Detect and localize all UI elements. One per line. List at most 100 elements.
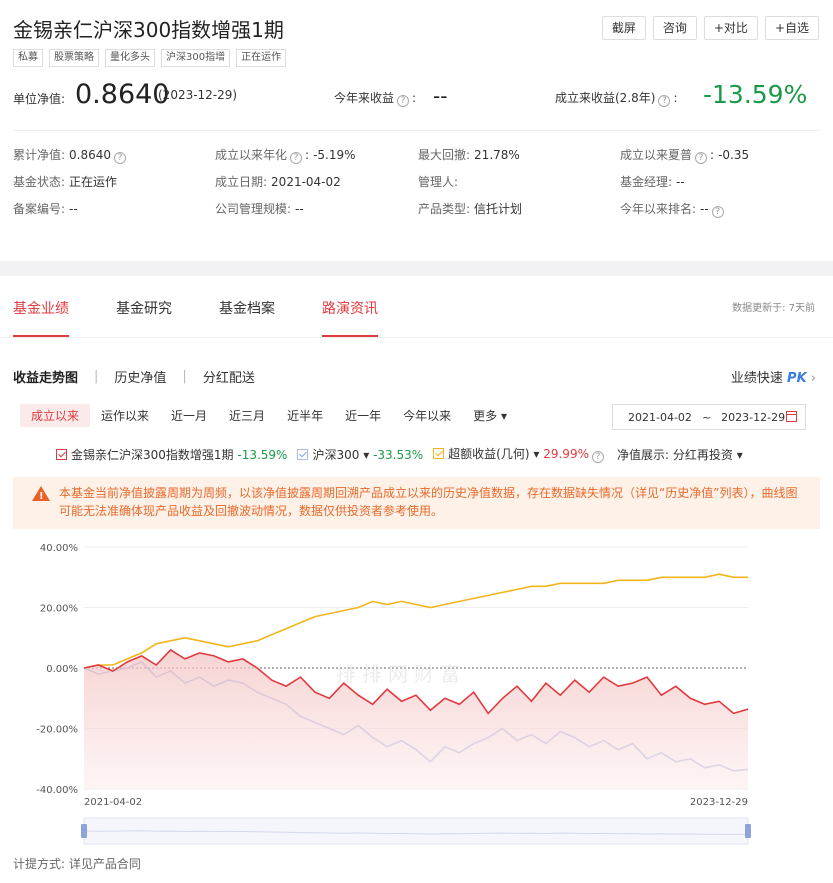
date-to: 2023-12-29 bbox=[721, 410, 786, 424]
info-value: -0.35 bbox=[718, 148, 750, 162]
tab-performance[interactable]: 基金业绩 bbox=[13, 298, 69, 337]
info-label: 基金状态: bbox=[13, 175, 66, 189]
legend-excess[interactable]: 超额收益(几何) ▾ 29.99%? bbox=[433, 445, 607, 463]
info-value: -5.19% bbox=[313, 148, 356, 162]
y-tick-label: -20.00% bbox=[36, 725, 78, 736]
help-icon[interactable]: ? bbox=[290, 152, 303, 164]
range-since-inception[interactable]: 成立以来 bbox=[20, 404, 91, 427]
warning-banner: 本基金当前净值披露周期为周频，以该净值披露周期回溯产品成立以来的历史净值数据，存… bbox=[13, 477, 820, 529]
display-mode-label: 净值展示: bbox=[616, 447, 670, 462]
y-tick-label: 40.00% bbox=[40, 543, 78, 554]
screenshot-button[interactable]: 截屏 bbox=[601, 16, 646, 40]
info-field: 产品类型: 信托计划 bbox=[418, 200, 522, 217]
nav-label: 单位净值: bbox=[13, 92, 66, 106]
caret-down-icon: ▾ bbox=[736, 447, 743, 462]
tag: 股票策略 bbox=[49, 49, 99, 67]
info-field: 今年以来排名: --? bbox=[620, 200, 727, 218]
caret-down-icon[interactable]: ▾ bbox=[363, 448, 369, 462]
toolbar: 截屏 咨询 +对比 +自选 bbox=[601, 16, 819, 40]
update-time: 数据更新于: 7天前 bbox=[732, 303, 815, 314]
tab-dividends[interactable]: 分红配送 bbox=[203, 367, 255, 386]
more-label: 更多 bbox=[473, 409, 498, 423]
info-label: 成立以来夏普 bbox=[620, 148, 693, 162]
legend-index-name: 沪深300 bbox=[312, 447, 360, 462]
zoom-handle-left[interactable] bbox=[81, 824, 87, 838]
return-chart[interactable]: 40.00% 20.00% 0.00% -20.00% -40.00% 2021-04-0… bbox=[0, 535, 833, 850]
info-field: 最大回撤: 21.78% bbox=[418, 146, 520, 163]
info-value: 2021-04-02 bbox=[271, 175, 341, 189]
help-icon[interactable]: ? bbox=[397, 95, 410, 107]
info-field: 基金状态: 正在运作 bbox=[13, 173, 117, 190]
tab-archive[interactable]: 基金档案 bbox=[219, 298, 275, 337]
chart-legend: 金锡亲仁沪深300指数增强1期 -13.59% 沪深300 ▾ -33.53% … bbox=[56, 445, 743, 463]
checkbox-icon[interactable] bbox=[297, 448, 309, 460]
zoom-handle-right[interactable] bbox=[745, 824, 751, 838]
range-ytd[interactable]: 今年以来 bbox=[392, 404, 462, 427]
date-range-picker[interactable]: 2021-04-02 ~ 2023-12-29 bbox=[612, 404, 806, 430]
range-1m[interactable]: 近一月 bbox=[160, 404, 218, 427]
date-separator: ~ bbox=[701, 410, 712, 424]
compare-button[interactable]: +对比 bbox=[703, 16, 758, 40]
range-since-operation[interactable]: 运作以来 bbox=[90, 404, 160, 427]
info-field: 管理人: bbox=[418, 173, 462, 190]
range-1y[interactable]: 近一年 bbox=[334, 404, 392, 427]
range-3m[interactable]: 近三月 bbox=[218, 404, 276, 427]
legend-fund[interactable]: 金锡亲仁沪深300指数增强1期 -13.59% bbox=[56, 446, 287, 463]
fund-title: 金锡亲仁沪深300指数增强1期 bbox=[13, 18, 284, 42]
watermark: 排排网财富 bbox=[336, 662, 466, 686]
info-label: 备案编号: bbox=[13, 202, 66, 216]
divider bbox=[13, 130, 820, 131]
pk-link[interactable]: 业绩快速 PK › bbox=[731, 367, 816, 386]
help-icon[interactable]: ? bbox=[711, 206, 724, 218]
range-more-dropdown[interactable]: 更多 ▾ bbox=[462, 404, 518, 427]
info-value: -- bbox=[700, 202, 709, 216]
x-tick-label: 2023-12-29 bbox=[690, 797, 748, 808]
date-from: 2021-04-02 bbox=[628, 410, 692, 424]
watchlist-button[interactable]: +自选 bbox=[764, 16, 819, 40]
info-label: 今年以来排名: bbox=[620, 202, 697, 216]
tab-research[interactable]: 基金研究 bbox=[116, 298, 172, 337]
info-label: 基金经理: bbox=[620, 175, 673, 189]
help-icon[interactable]: ? bbox=[658, 95, 671, 107]
info-field: 基金经理: -- bbox=[620, 173, 685, 190]
display-mode[interactable]: 净值展示: 分红再投资 ▾ bbox=[617, 446, 743, 463]
help-icon[interactable]: ? bbox=[591, 451, 604, 463]
section-separator bbox=[0, 261, 833, 276]
y-tick-label: 0.00% bbox=[46, 664, 78, 675]
caret-down-icon[interactable]: ▾ bbox=[533, 447, 539, 461]
tag: 量化多头 bbox=[105, 49, 155, 67]
info-label: 管理人: bbox=[418, 175, 459, 189]
info-label: 成立日期: bbox=[215, 175, 268, 189]
main-tabs: 基金业绩 基金研究 基金档案 路演资讯 bbox=[13, 298, 425, 337]
checkbox-icon[interactable] bbox=[56, 448, 67, 460]
divider bbox=[0, 337, 833, 338]
series-line-2 bbox=[83, 573, 748, 669]
pk-badge: PK bbox=[787, 371, 807, 386]
sub-tabs: 收益走势图 | 历史净值 | 分红配送 bbox=[13, 367, 255, 386]
tab-roadshow[interactable]: 路演资讯 bbox=[322, 298, 378, 337]
consult-button[interactable]: 咨询 bbox=[652, 16, 697, 40]
tab-return-chart[interactable]: 收益走势图 bbox=[13, 367, 78, 386]
info-label: 公司管理规模: bbox=[215, 202, 292, 216]
legend-fund-name: 金锡亲仁沪深300指数增强1期 bbox=[71, 447, 234, 462]
warning-text: 本基金当前净值披露周期为周频，以该净值披露周期回溯产品成立以来的历史净值数据，存… bbox=[59, 486, 798, 518]
nav-date: (2023-12-29) bbox=[158, 88, 238, 102]
info-value: 21.78% bbox=[474, 148, 520, 162]
since-label: 成立来收益(2.8年)?: bbox=[555, 91, 678, 107]
checkbox-icon[interactable] bbox=[433, 448, 445, 459]
info-value: -- bbox=[676, 175, 685, 189]
info-label: 最大回撤: bbox=[418, 148, 471, 162]
tab-history-nav[interactable]: 历史净值 bbox=[114, 367, 166, 386]
help-icon[interactable]: ? bbox=[114, 152, 127, 164]
calendar-icon bbox=[786, 411, 797, 422]
y-tick-label: -40.00% bbox=[36, 785, 78, 796]
y-tick-label: 20.00% bbox=[40, 604, 78, 615]
info-label: 累计净值: bbox=[13, 148, 66, 162]
display-mode-value: 分红再投资 bbox=[672, 447, 733, 462]
help-icon[interactable]: ? bbox=[695, 152, 708, 164]
legend-index[interactable]: 沪深300 ▾ -33.53% bbox=[297, 446, 423, 463]
ytd-label: 今年来收益?: bbox=[334, 91, 417, 107]
range-6m[interactable]: 近半年 bbox=[276, 404, 334, 427]
info-label: 产品类型: bbox=[418, 202, 471, 216]
ytd-label-text: 今年来收益 bbox=[334, 91, 395, 105]
